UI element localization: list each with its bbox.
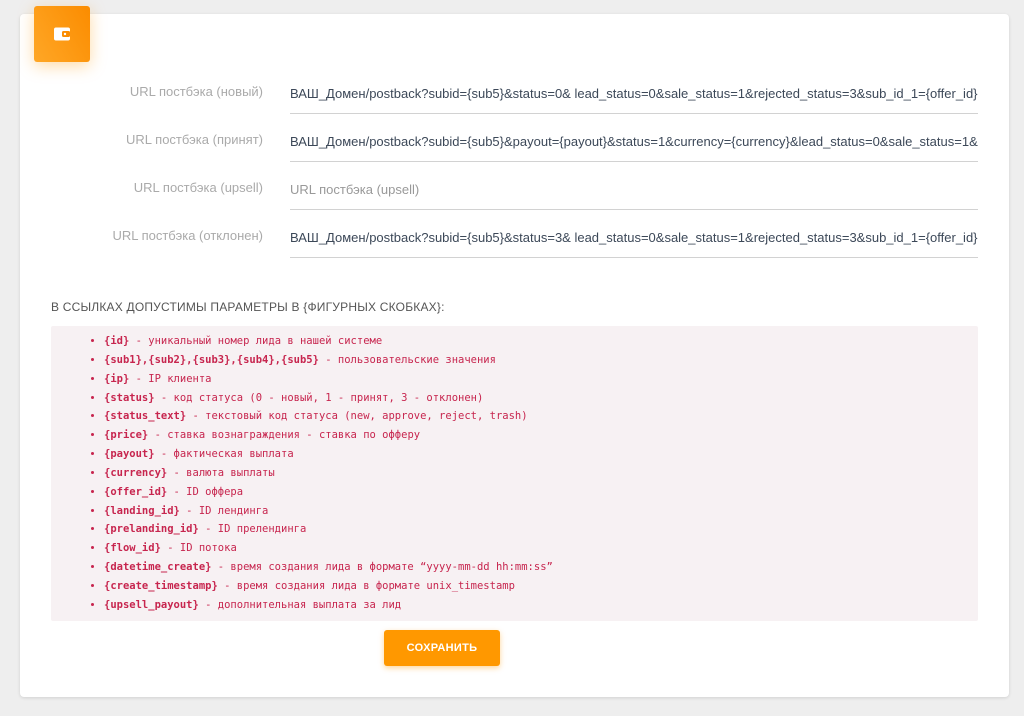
card-header-icon <box>34 6 90 62</box>
param-code: {upsell_payout} <box>104 598 199 611</box>
param-item: {price} - ставка вознаграждения - ставка… <box>104 426 978 445</box>
param-item: {create_timestamp} - время создания лида… <box>104 577 978 596</box>
param-description: - уникальный номер лида в нашей системе <box>129 335 383 347</box>
param-item: {flow_id} - ID потока <box>104 539 978 558</box>
field-label: URL постбэка (upsell) <box>133 180 263 195</box>
param-code: {prelanding_id} <box>104 523 199 536</box>
field-row-upsell: URL постбэка (upsell) URL постбэка (upse… <box>20 172 1009 220</box>
field-label: URL постбэка (принят) <box>126 132 263 147</box>
param-code: {flow_id} <box>104 542 161 555</box>
param-code: {status_text} <box>104 410 187 423</box>
param-code: {ip} <box>104 372 130 385</box>
param-code: {id} <box>104 335 130 347</box>
params-help-box: {id} - уникальный номер лида в нашей сис… <box>51 326 978 621</box>
param-code: {sub1},{sub2},{sub3},{sub4},{sub5} <box>104 353 319 366</box>
param-item: {status} - код статуса (0 - новый, 1 - п… <box>104 389 978 408</box>
param-code: {price} <box>104 429 149 442</box>
field-label: URL постбэка (отклонен) <box>112 228 263 243</box>
param-item: {currency} - валюта выплаты <box>104 464 978 483</box>
param-item: {id} - уникальный номер лида в нашей сис… <box>104 332 978 351</box>
postback-settings-card: URL постбэка (новый) ВАШ_Домен/postback?… <box>20 6 1009 697</box>
param-item: {payout} - фактическая выплата <box>104 445 978 464</box>
param-item: {datetime_create} - время создания лида … <box>104 558 978 577</box>
param-code: {create_timestamp} <box>104 579 218 592</box>
param-description: - валюта выплаты <box>167 466 275 479</box>
param-item: {landing_id} - ID лендинга <box>104 502 978 521</box>
param-item: {prelanding_id} - ID прелендинга <box>104 520 978 539</box>
wallet-icon <box>54 27 70 41</box>
param-item: {sub1},{sub2},{sub3},{sub4},{sub5} - пол… <box>104 351 978 370</box>
param-description: - ID оффера <box>167 485 244 498</box>
param-code: {status} <box>104 391 155 404</box>
params-list: {id} - уникальный номер лида в нашей сис… <box>51 326 978 615</box>
postback-url-accepted-input[interactable]: ВАШ_Домен/postback?subid={sub5}&payout={… <box>290 129 978 162</box>
param-description: - код статуса (0 - новый, 1 - принят, 3 … <box>154 391 484 404</box>
param-item: {ip} - IP клиента <box>104 370 978 389</box>
param-code: {datetime_create} <box>104 561 212 574</box>
postback-url-upsell-input[interactable]: URL постбэка (upsell) <box>290 177 978 210</box>
param-code: {landing_id} <box>104 504 180 517</box>
param-description: - ID лендинга <box>179 504 269 517</box>
param-code: {offer_id} <box>104 485 168 498</box>
field-row-accepted: URL постбэка (принят) ВАШ_Домен/postback… <box>20 124 1009 172</box>
param-description: - текстовый код статуса (new, approve, r… <box>186 410 528 423</box>
param-description: - время создания лида в формате “yyyy-mm… <box>211 561 553 574</box>
postback-url-new-input[interactable]: ВАШ_Домен/postback?subid={sub5}&status=0… <box>290 81 978 114</box>
param-description: - фактическая выплата <box>154 448 294 461</box>
postback-url-rejected-input[interactable]: ВАШ_Домен/postback?subid={sub5}&status=3… <box>290 225 978 258</box>
param-description: - IP клиента <box>129 372 212 385</box>
params-title: В ССЫЛКАХ ДОПУСТИМЫ ПАРАМЕТРЫ В {ФИГУРНЫ… <box>51 300 445 314</box>
param-item: {status_text} - текстовый код статуса (n… <box>104 407 978 426</box>
postback-form: URL постбэка (новый) ВАШ_Домен/postback?… <box>20 76 1009 268</box>
param-description: - ID потока <box>160 542 237 555</box>
field-label: URL постбэка (новый) <box>129 84 263 99</box>
param-code: {payout} <box>104 448 155 461</box>
param-item: {upsell_payout} - дополнительная выплата… <box>104 596 978 615</box>
param-item: {offer_id} - ID оффера <box>104 483 978 502</box>
param-description: - пользовательские значения <box>318 353 496 366</box>
save-button[interactable]: СОХРАНИТЬ <box>384 630 500 666</box>
param-description: - дополнительная выплата за лид <box>198 598 402 611</box>
param-description: - ID прелендинга <box>198 523 307 536</box>
field-row-new: URL постбэка (новый) ВАШ_Домен/postback?… <box>20 76 1009 124</box>
param-description: - ставка вознаграждения - ставка по оффе… <box>148 429 421 442</box>
param-code: {currency} <box>104 466 168 479</box>
field-row-rejected: URL постбэка (отклонен) ВАШ_Домен/postba… <box>20 220 1009 268</box>
param-description: - время создания лида в формате unix_tim… <box>217 579 515 592</box>
